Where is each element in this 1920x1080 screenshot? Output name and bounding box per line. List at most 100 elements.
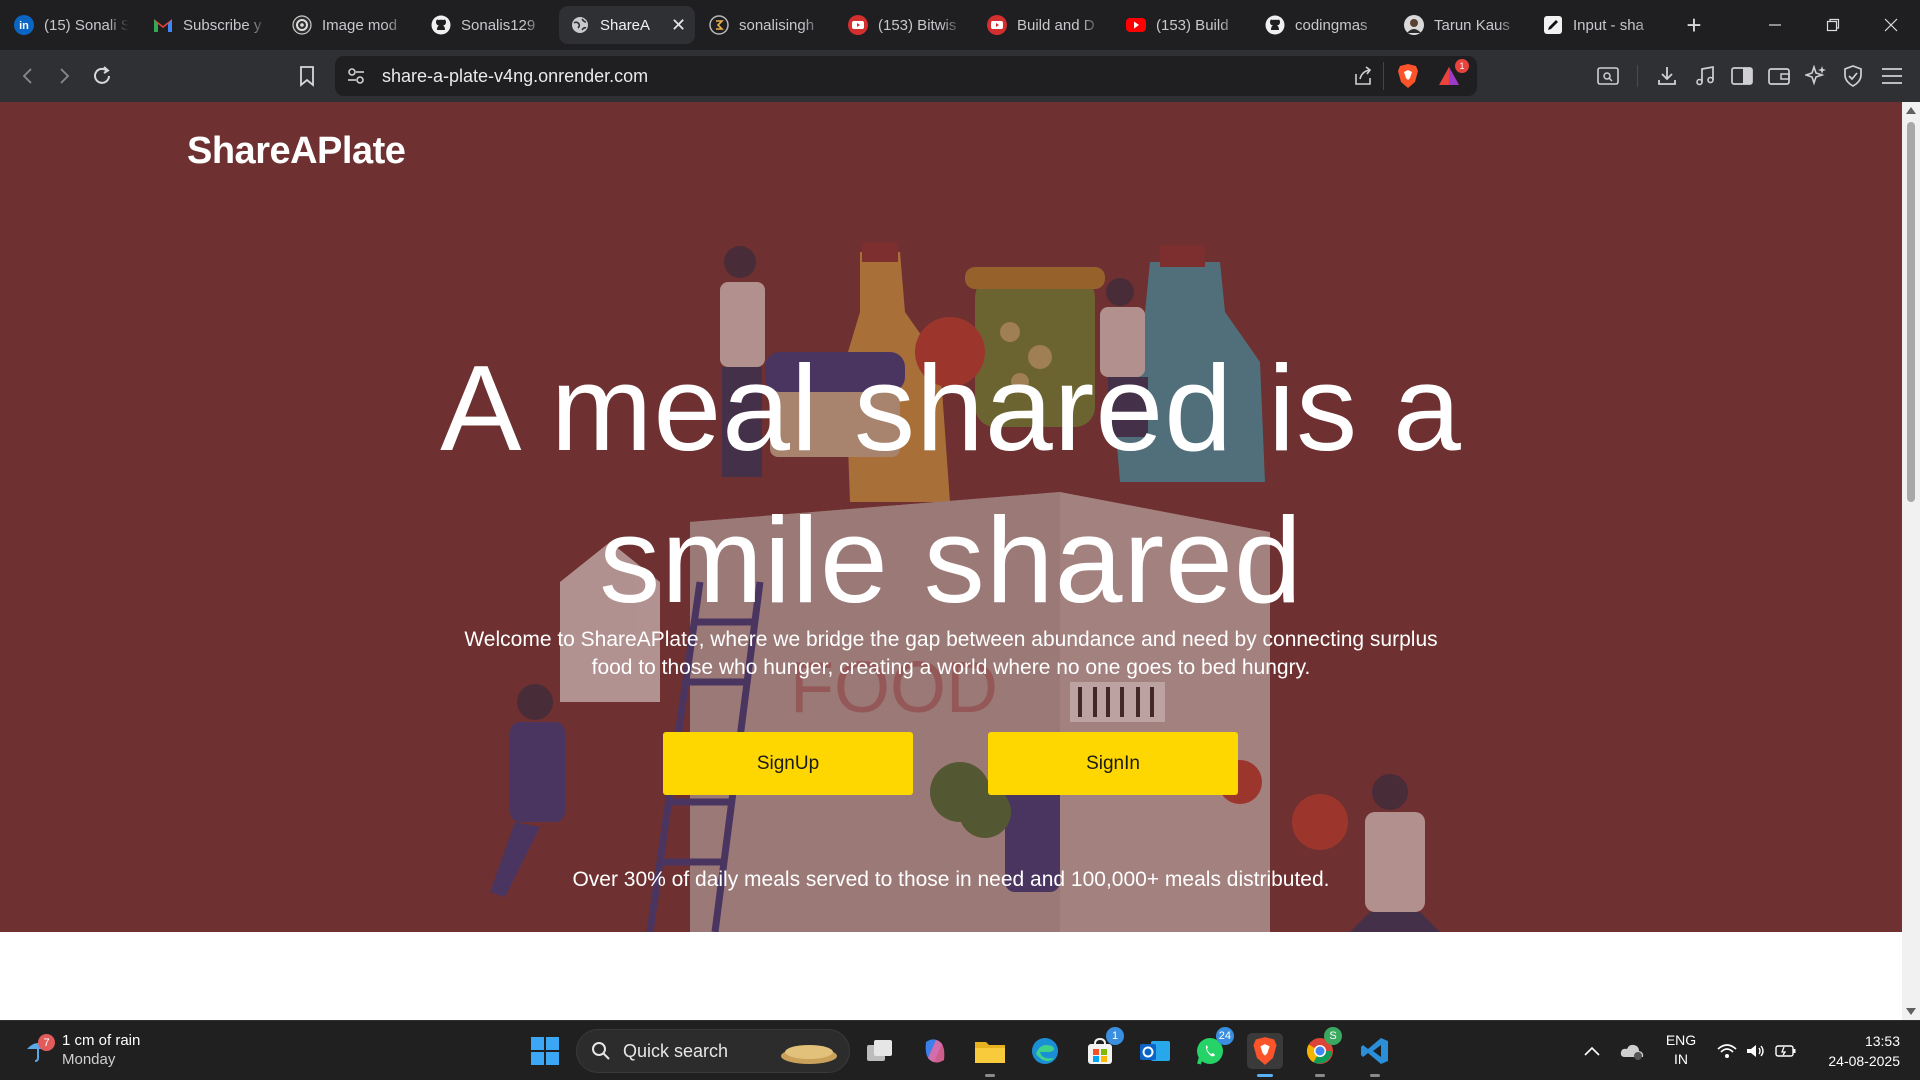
weather-alert-badge: 7: [38, 1034, 55, 1051]
wifi-icon: [1717, 1044, 1737, 1058]
tab-chatgpt[interactable]: Image mod: [281, 6, 417, 44]
sparkle-icon: [1805, 65, 1826, 86]
close-tab-icon[interactable]: ✕: [671, 16, 686, 34]
reader-mode-button[interactable]: [1592, 60, 1624, 92]
copilot-icon: [925, 1039, 945, 1063]
brave-taskbar-button[interactable]: [1247, 1033, 1283, 1077]
whatsapp-button[interactable]: 24: [1192, 1027, 1234, 1069]
start-button[interactable]: [527, 1033, 563, 1069]
store-button[interactable]: 1: [1082, 1027, 1124, 1069]
svg-text:in: in: [19, 20, 29, 32]
tab-title: codingmas: [1295, 16, 1368, 34]
search-icon: [592, 1042, 610, 1060]
input-language-indicator[interactable]: ENG IN: [1660, 1031, 1702, 1069]
vscode-icon: [1361, 1038, 1388, 1064]
leo-ai-button[interactable]: [1800, 60, 1832, 92]
hero-description: Welcome to ShareAPlate, where we bridge …: [464, 628, 1438, 679]
tab-linkedin[interactable]: in (15) Sonali S: [3, 6, 139, 44]
outlook-icon: [1140, 1041, 1170, 1061]
downloads-button[interactable]: [1651, 60, 1683, 92]
taskbar-search[interactable]: Quick search: [576, 1029, 850, 1073]
clock-date: 24-08-2025: [1828, 1053, 1900, 1069]
minimize-icon: [1769, 24, 1781, 26]
page-scrollbar[interactable]: [1902, 102, 1920, 1020]
vpn-button[interactable]: [1837, 60, 1869, 92]
file-explorer-button[interactable]: [972, 1033, 1008, 1077]
tab-title: Tarun Kaus: [1434, 16, 1510, 34]
tab-tarun[interactable]: Tarun Kaus: [1393, 6, 1529, 44]
share-icon[interactable]: [1352, 65, 1374, 92]
vscode-button[interactable]: [1357, 1033, 1393, 1077]
weather-condition: 1 cm of rain: [62, 1032, 141, 1049]
scroll-down-icon[interactable]: [1906, 1008, 1916, 1016]
gmail-icon: [152, 14, 174, 36]
windows-logo-icon: [531, 1037, 559, 1065]
brave-icon: [1253, 1037, 1277, 1065]
forward-button[interactable]: [48, 60, 80, 92]
scroll-up-icon[interactable]: [1906, 106, 1916, 114]
edge-button[interactable]: [1027, 1033, 1063, 1069]
tab-title: Build and D: [1017, 16, 1095, 34]
tab-gmail[interactable]: Subscribe y: [142, 6, 278, 44]
wallet-icon: [1768, 68, 1790, 85]
scrollbar-thumb[interactable]: [1907, 122, 1915, 502]
tab-youtube-bitwise[interactable]: (153) Bitwis: [837, 6, 973, 44]
edge-icon: [1032, 1038, 1058, 1064]
reload-button[interactable]: [86, 60, 118, 92]
tab-youtube-build[interactable]: (153) Build: [1115, 6, 1251, 44]
tab-github-sonalis[interactable]: Sonalis129: [420, 6, 556, 44]
media-button[interactable]: [1689, 60, 1721, 92]
music-note-icon: [1696, 65, 1714, 86]
whatsapp-badge: 24: [1215, 1027, 1234, 1045]
weather-day: Monday: [62, 1051, 116, 1068]
hamburger-icon: [1882, 68, 1902, 84]
tab-youtube-build-and[interactable]: Build and D: [976, 6, 1112, 44]
signin-button[interactable]: SignIn: [988, 732, 1238, 795]
youtube-icon: [847, 14, 869, 36]
forward-arrow-icon: [60, 68, 70, 84]
signup-button[interactable]: SignUp: [663, 732, 913, 795]
sidebar-icon: [1731, 67, 1753, 85]
close-window-button[interactable]: [1862, 0, 1920, 50]
github-icon: [430, 14, 452, 36]
tab-shareaplate[interactable]: ShareA ✕: [559, 6, 695, 44]
copilot-button[interactable]: [917, 1033, 953, 1069]
tab-sonalisingh[interactable]: sonalisingh: [698, 6, 834, 44]
sidebar-button[interactable]: [1726, 60, 1758, 92]
weather-widget[interactable]: 7 1 cm of rain Monday: [24, 1031, 140, 1069]
brave-rewards-icon[interactable]: 1: [1437, 59, 1469, 92]
brand-logo[interactable]: ShareAPlate: [187, 130, 406, 173]
bookmark-button[interactable]: [291, 60, 323, 92]
chrome-profile-badge: S: [1324, 1027, 1342, 1045]
show-hidden-icons-button[interactable]: [1574, 1033, 1610, 1069]
outlook-button[interactable]: [1137, 1033, 1173, 1069]
onedrive-button[interactable]: [1614, 1033, 1650, 1069]
site-settings-icon[interactable]: [346, 66, 366, 91]
tab-title: Image mod: [322, 16, 398, 34]
tab-strip: in (15) Sonali S Subscribe y Image mod S…: [0, 0, 1920, 50]
close-icon: [1884, 18, 1898, 32]
search-placeholder: Quick search: [623, 1040, 729, 1061]
download-icon: [1658, 67, 1676, 85]
minimize-button[interactable]: [1746, 0, 1804, 50]
impact-statistic: Over 30% of daily meals served to those …: [572, 868, 1330, 891]
tab-title: (153) Build: [1156, 16, 1229, 34]
region-code: IN: [1674, 1051, 1688, 1067]
tab-input[interactable]: Input - sha: [1532, 6, 1668, 44]
task-view-button[interactable]: [862, 1033, 898, 1069]
menu-button[interactable]: [1876, 60, 1908, 92]
chrome-button[interactable]: S: [1302, 1027, 1342, 1077]
running-indicator: [985, 1074, 995, 1077]
store-badge: 1: [1106, 1027, 1124, 1045]
back-button[interactable]: [12, 60, 44, 92]
wallet-button[interactable]: [1763, 60, 1795, 92]
folder-icon: [975, 1042, 1005, 1063]
address-bar[interactable]: share-a-plate-v4ng.onrender.com 1: [335, 56, 1477, 96]
tab-title: ShareA: [600, 16, 651, 34]
tab-github-codingmas[interactable]: codingmas: [1254, 6, 1390, 44]
restore-button[interactable]: [1804, 0, 1862, 50]
new-tab-button[interactable]: +: [1676, 7, 1712, 43]
brave-shields-icon[interactable]: [1396, 63, 1420, 94]
quick-settings-button[interactable]: [1712, 1033, 1802, 1069]
system-clock[interactable]: 13:53 24-08-2025: [1810, 1031, 1900, 1071]
